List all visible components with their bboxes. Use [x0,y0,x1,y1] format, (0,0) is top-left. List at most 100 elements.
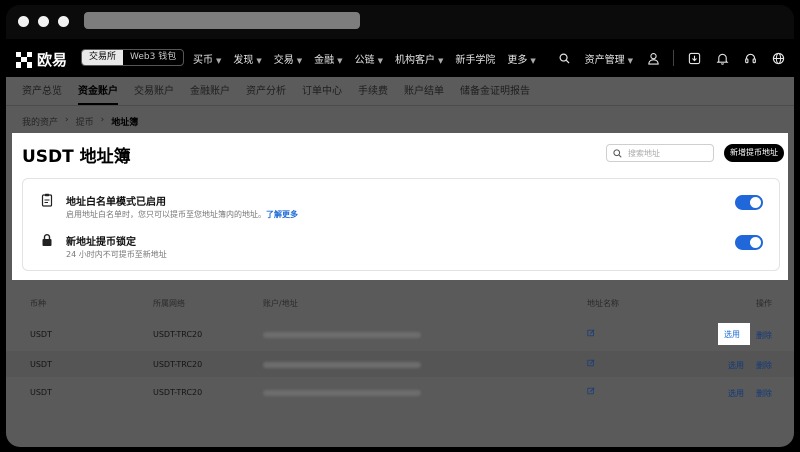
chevron-down-icon: ▼ [296,56,303,65]
breadcrumb-withdraw[interactable]: 提币 [76,115,94,128]
learn-more-link[interactable]: 了解更多 [266,210,298,219]
chevron-down-icon: ▼ [437,56,444,65]
main-menu: 买币 ▼ 发现 ▼ 交易 ▼ 金融 ▼ 公链 ▼ 机构客户 ▼ 新手学院 更多 ▼ [193,39,536,77]
table-row: USDT USDT-TRC20 选用 删除 [6,379,794,405]
edit-icon[interactable] [587,329,595,337]
chevron-down-icon: ▼ [530,56,536,65]
tab-statements[interactable]: 账户结单 [404,82,444,105]
row-network: USDT-TRC20 [153,360,203,369]
top-nav: 欧易 交易所 Web3 钱包 买币 ▼ 发现 ▼ 交易 ▼ 金融 ▼ 公链 ▼ 机构客户 ▼… [6,39,794,77]
search-icon [613,148,622,158]
row-coin: USDT [30,388,52,397]
globe-icon[interactable] [770,50,786,66]
row-coin: USDT [30,360,52,369]
select-link[interactable]: 选用 [728,388,744,399]
address-book-panel: USDT 地址簿 新增提币地址 地址白名单模式已启用 启用地址白名单时，您只可以… [12,133,788,280]
chevron-down-icon: ▼ [377,56,383,65]
chevron-right-icon: › [100,115,105,125]
mode-web3-wallet[interactable]: Web3 钱包 [123,50,183,65]
tab-fees[interactable]: 手续费 [358,82,388,105]
menu-institutional[interactable]: 机构客户 ▼ [395,51,443,66]
delete-link[interactable]: 删除 [756,360,772,371]
new-address-lock-setting: 新地址提币锁定 24 小时内不可提币至新地址 [23,229,779,269]
col-address-name: 地址名称 [587,299,619,308]
bell-icon[interactable] [714,50,730,66]
row-address-blurred [263,390,421,396]
col-actions: 操作 [756,299,772,308]
add-withdrawal-address-button[interactable]: 新增提币地址 [724,144,784,162]
address-search[interactable] [606,144,714,162]
menu-academy[interactable]: 新手学院 [455,51,495,66]
edit-icon[interactable] [587,359,595,367]
page-title: USDT 地址簿 [22,147,131,167]
row-network: USDT-TRC20 [153,388,203,397]
table-row: USDT USDT-TRC20 删除 [6,321,794,347]
nav-divider [673,50,674,66]
menu-discover[interactable]: 发现 ▼ [233,51,261,66]
user-icon[interactable] [645,50,661,66]
tab-finance-account[interactable]: 金融账户 [190,82,230,105]
clipboard-icon [41,193,53,207]
mode-switch: 交易所 Web3 钱包 [81,49,185,66]
chevron-right-icon: › [65,115,69,125]
whitelist-desc: 启用地址白名单时，您只可以提币至您地址簿内的地址。了解更多 [66,209,298,220]
menu-chain[interactable]: 公链 ▼ [355,51,383,66]
overlay-right [788,133,794,280]
mode-exchange[interactable]: 交易所 [82,50,124,65]
tab-funding-account[interactable]: 资金账户 [78,82,118,105]
chevron-down-icon: ▼ [216,56,222,65]
tab-proof-of-reserves[interactable]: 储备金证明报告 [460,82,530,105]
select-button-highlight[interactable]: 选用 [718,323,750,345]
logo-icon [16,51,32,68]
breadcrumb-my-assets[interactable]: 我的资产 [22,115,58,128]
logo[interactable]: 欧易 [16,49,67,70]
chevron-down-icon: ▼ [337,56,343,65]
table-header: 币种 所属网络 账户/地址 地址名称 操作 [6,298,794,316]
browser-window: 欧易 交易所 Web3 钱包 买币 ▼ 发现 ▼ 交易 ▼ 金融 ▼ 公链 ▼ 机构客户 ▼… [6,5,794,447]
tab-order-center[interactable]: 订单中心 [302,82,342,105]
headset-icon[interactable] [742,50,758,66]
delete-link[interactable]: 删除 [756,388,772,399]
select-link[interactable]: 选用 [728,360,744,371]
breadcrumb: 我的资产 › 提币 › 地址簿 [22,115,138,128]
col-address: 账户/地址 [263,299,298,308]
tab-asset-analysis[interactable]: 资产分析 [246,82,286,105]
search-icon[interactable] [557,50,573,66]
nav-right: 资产管理 ▼ [557,39,786,77]
whitelist-setting: 地址白名单模式已启用 启用地址白名单时，您只可以提币至您地址簿内的地址。了解更多 [23,189,779,229]
new-address-lock-desc: 24 小时内不可提币至新地址 [66,250,167,259]
breadcrumb-address-book: 地址簿 [111,118,139,128]
asset-management-menu[interactable]: 资产管理 ▼ [585,51,633,66]
row-address-blurred [263,362,421,368]
col-network: 所属网络 [153,299,185,308]
account-tabs: 资产总览 资金账户 交易账户 金融账户 资产分析 订单中心 手续费 账户结单 储… [6,77,794,106]
menu-buy[interactable]: 买币 ▼ [193,51,221,66]
logo-text: 欧易 [37,51,68,69]
tab-trading-account[interactable]: 交易账户 [134,82,174,105]
delete-link[interactable]: 删除 [756,330,772,341]
row-network: USDT-TRC20 [153,330,203,339]
browser-chrome [6,5,794,39]
window-close-dot[interactable] [18,16,29,27]
tab-asset-overview[interactable]: 资产总览 [22,82,62,105]
menu-finance[interactable]: 金融 ▼ [314,51,342,66]
window-maximize-dot[interactable] [58,16,69,27]
whitelist-toggle[interactable] [735,195,763,210]
row-address-blurred [263,332,421,338]
table-row: USDT USDT-TRC20 选用 删除 [6,351,794,377]
select-link[interactable]: 选用 [724,329,740,340]
col-coin: 币种 [30,299,46,308]
row-coin: USDT [30,330,52,339]
window-minimize-dot[interactable] [38,16,49,27]
url-bar[interactable] [84,12,360,29]
security-settings-card: 地址白名单模式已启用 启用地址白名单时，您只可以提币至您地址簿内的地址。了解更多… [22,178,780,271]
chevron-down-icon: ▼ [256,56,262,65]
search-input[interactable] [628,148,708,158]
lock-icon [42,234,52,246]
menu-more[interactable]: 更多 ▼ [507,51,535,66]
chevron-down-icon: ▼ [627,56,633,65]
edit-icon[interactable] [587,387,595,395]
download-icon[interactable] [686,50,702,66]
menu-trade[interactable]: 交易 ▼ [274,51,302,66]
new-address-lock-toggle[interactable] [735,235,763,250]
